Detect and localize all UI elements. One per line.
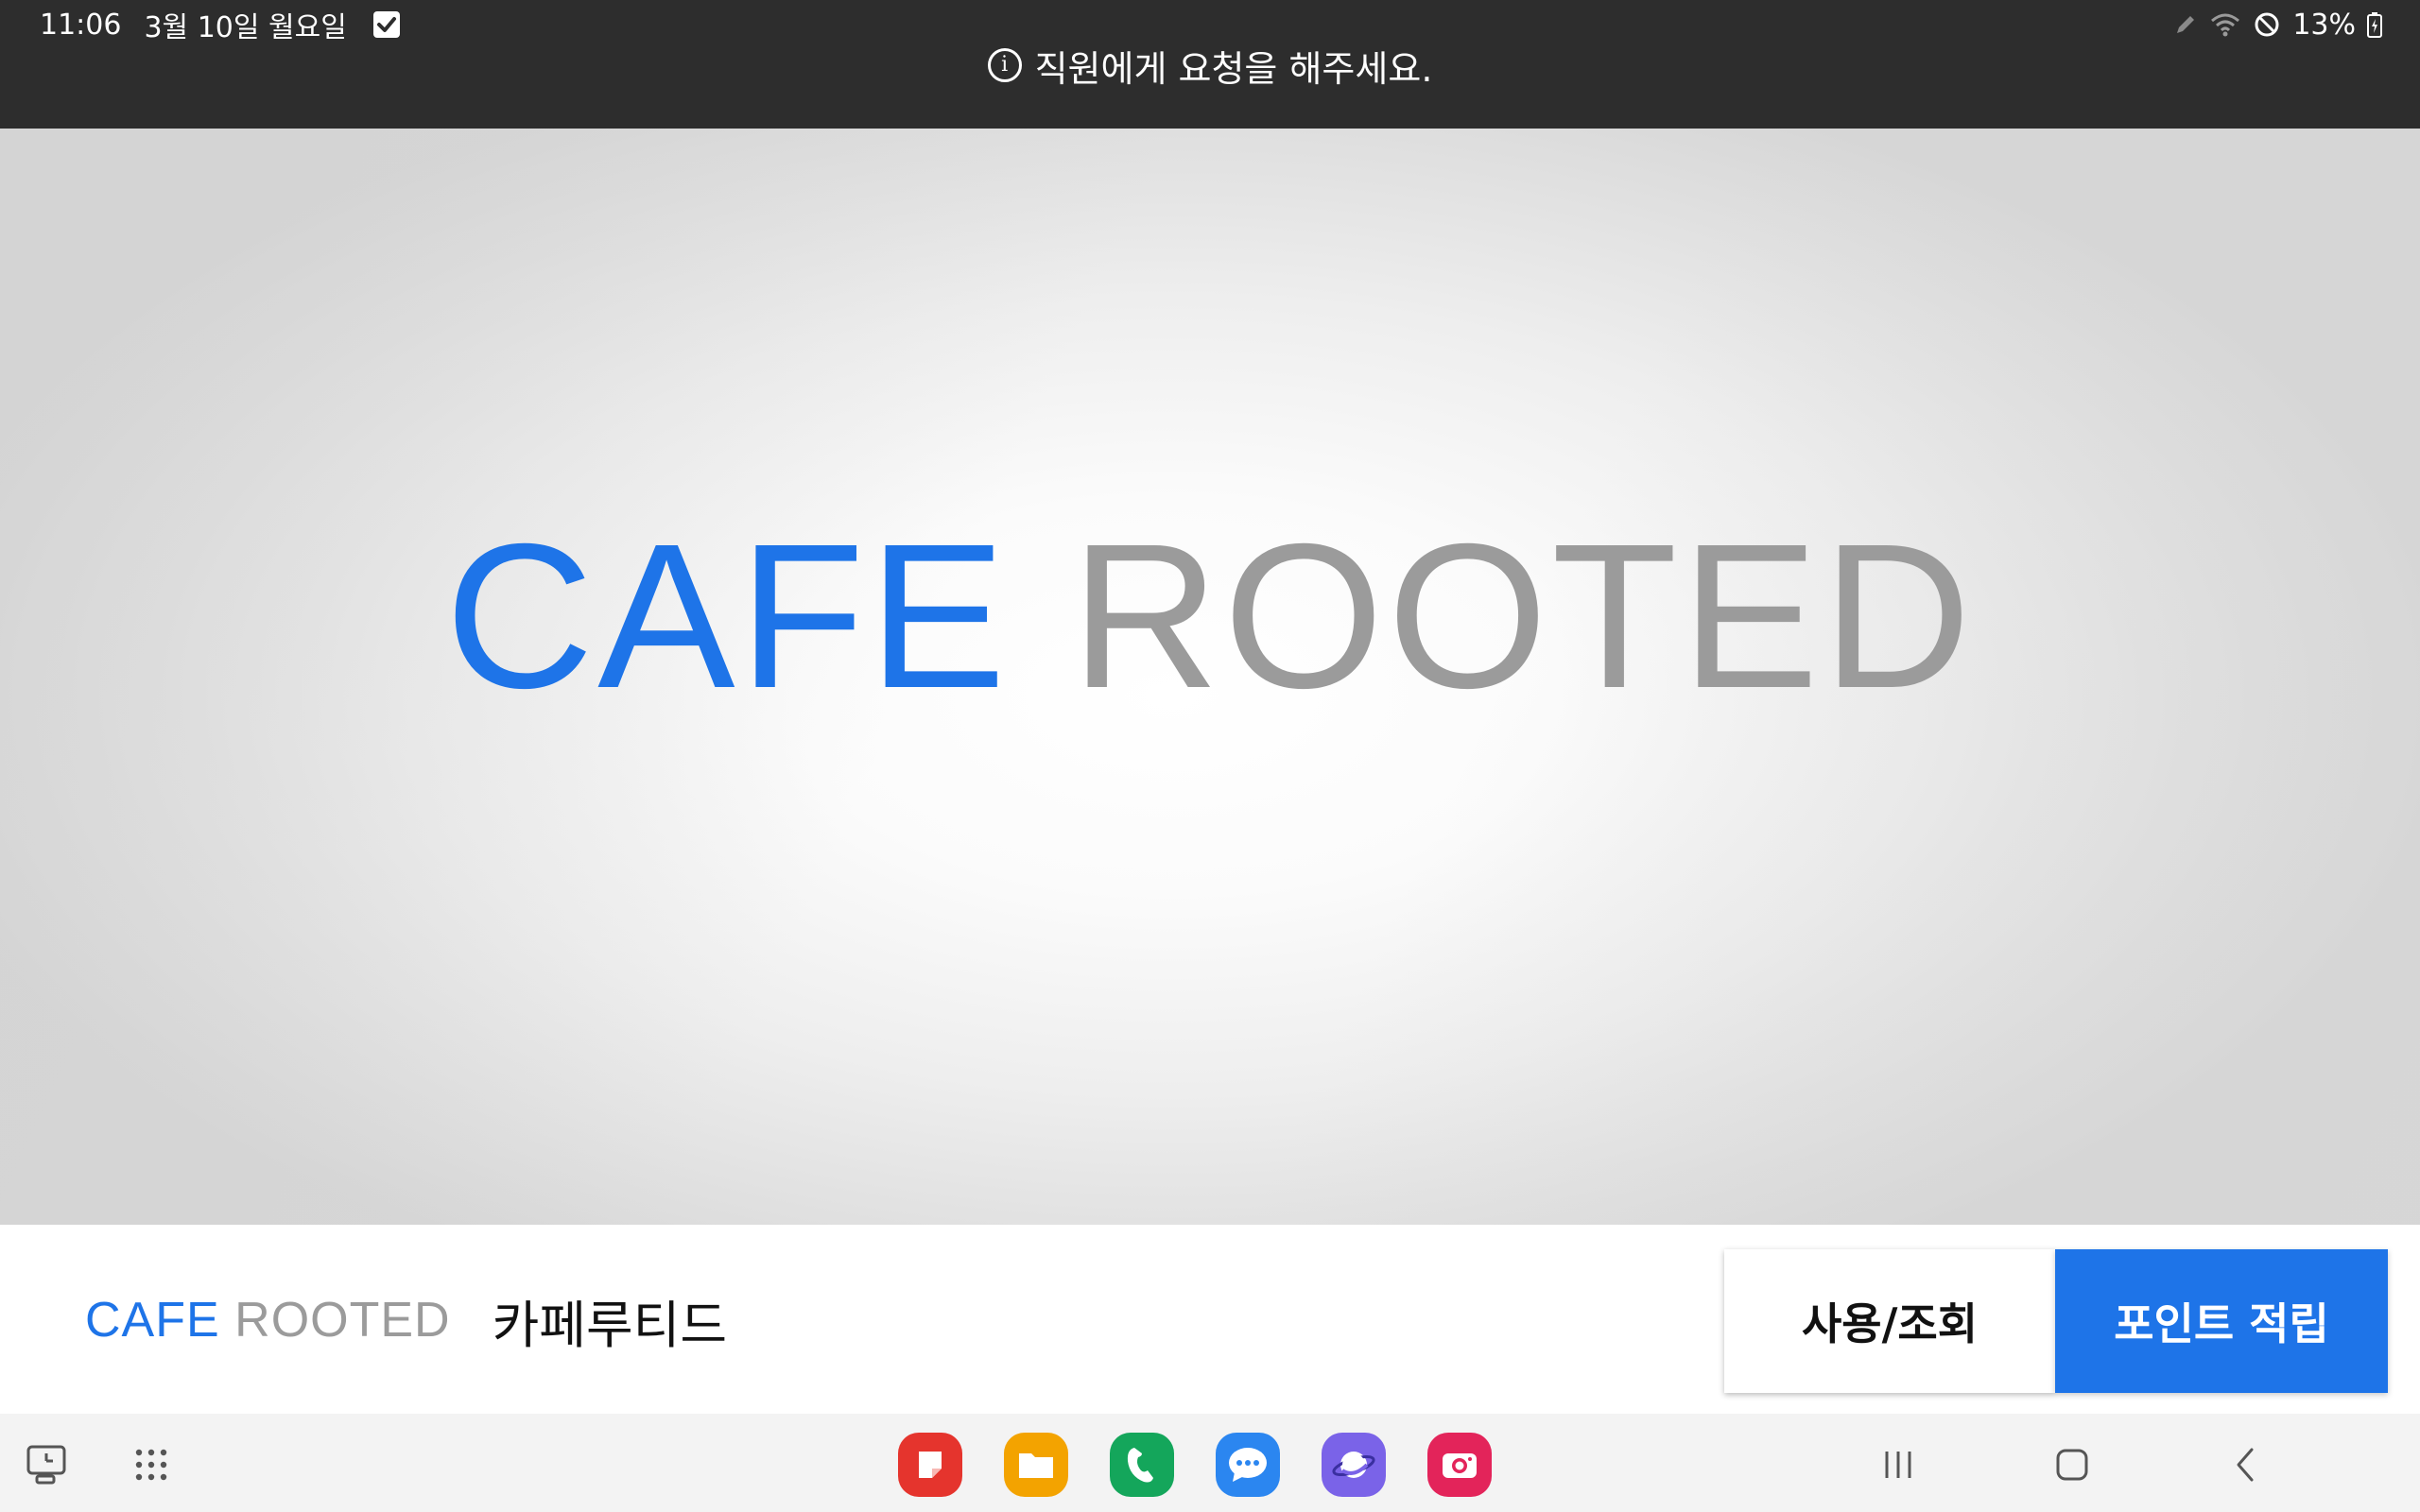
notes-app-icon[interactable] bbox=[898, 1433, 962, 1497]
battery-icon bbox=[2367, 11, 2382, 38]
status-date: 3월 10일 월요일 bbox=[144, 11, 347, 44]
task-check-icon bbox=[372, 11, 400, 38]
status-bar-left: 11:06 3월 10일 월요일 bbox=[40, 6, 400, 44]
home-nav-icon[interactable] bbox=[2042, 1435, 2102, 1495]
notice-text: 직원에게 요청을 해주세요. bbox=[1034, 47, 1433, 90]
pen-icon bbox=[2173, 12, 2198, 37]
recent-screen-icon[interactable] bbox=[25, 1442, 70, 1487]
hero-logo: CAFE ROOTED bbox=[0, 514, 2420, 720]
phone-app-icon[interactable] bbox=[1110, 1433, 1174, 1497]
action-bar: CAFE ROOTED 카페루티드 사용/조회 포인트 적립 bbox=[0, 1225, 2420, 1414]
status-time: 11:06 bbox=[40, 8, 122, 42]
taskbar bbox=[0, 1414, 2420, 1512]
wifi-icon bbox=[2209, 11, 2241, 38]
earn-points-button[interactable]: 포인트 적립 bbox=[2055, 1249, 2388, 1393]
app-dock bbox=[898, 1433, 1492, 1497]
status-bar-right: 13% bbox=[2173, 6, 2382, 43]
brand-logo: CAFE ROOTED bbox=[85, 1292, 451, 1349]
battery-percent: 13% bbox=[2292, 8, 2356, 42]
app-grid-icon[interactable] bbox=[129, 1442, 174, 1487]
hero-banner: CAFE ROOTED bbox=[0, 129, 2420, 1225]
info-icon: i bbox=[987, 48, 1022, 82]
do-not-disturb-icon bbox=[2253, 10, 2281, 39]
recents-nav-icon[interactable] bbox=[1868, 1435, 1928, 1495]
brand-label: CAFE ROOTED 카페루티드 bbox=[85, 1287, 727, 1355]
files-app-icon[interactable] bbox=[1004, 1433, 1068, 1497]
brand-korean-name: 카페루티드 bbox=[492, 1295, 727, 1355]
camera-app-icon[interactable] bbox=[1427, 1433, 1492, 1497]
hero-logo-primary: CAFE bbox=[444, 502, 1011, 731]
browser-app-icon[interactable] bbox=[1322, 1433, 1386, 1497]
brand-logo-primary: CAFE bbox=[85, 1293, 220, 1348]
staff-request-notice: i 직원에게 요청을 해주세요. bbox=[0, 42, 2420, 90]
back-nav-icon[interactable] bbox=[2216, 1435, 2276, 1495]
brand-logo-secondary: ROOTED bbox=[234, 1293, 451, 1348]
messages-app-icon[interactable] bbox=[1216, 1433, 1280, 1497]
hero-logo-secondary: ROOTED bbox=[1070, 502, 1976, 731]
top-bar: 11:06 3월 10일 월요일 13% i 직원에게 요청을 해주세요. bbox=[0, 0, 2420, 129]
use-lookup-button[interactable]: 사용/조회 bbox=[1724, 1249, 2055, 1393]
